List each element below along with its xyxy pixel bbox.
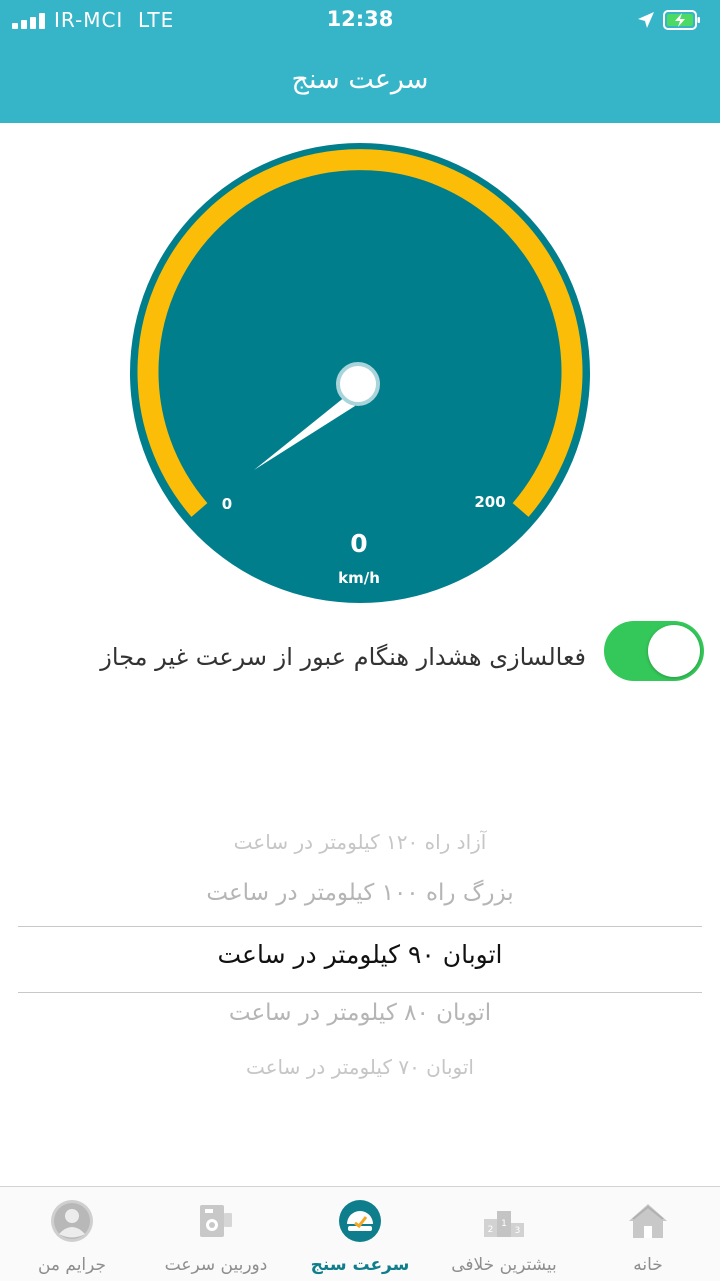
status-bar: IR-MCI LTE 12:38 bbox=[0, 0, 720, 40]
tab-label: جرایم من bbox=[37, 1255, 107, 1275]
home-icon bbox=[629, 1204, 667, 1238]
status-time: 12:38 bbox=[326, 7, 394, 31]
tab-bar: جرایم من دوربین سرعت سرعت سنج 2 1 3 بیشت… bbox=[0, 1186, 720, 1281]
picker-item-selected[interactable]: اتوبان ۹۰ کیلومتر در ساعت bbox=[0, 940, 720, 969]
avatar-icon bbox=[51, 1200, 93, 1242]
svg-text:1: 1 bbox=[501, 1219, 507, 1229]
speed-alert-label: فعالسازی هشدار هنگام عبور از سرعت غیر مج… bbox=[100, 643, 586, 671]
tab-label: سرعت سنج bbox=[310, 1255, 410, 1275]
speed-alert-toggle[interactable] bbox=[604, 621, 704, 681]
tab-my-fines[interactable]: جرایم من bbox=[0, 1187, 144, 1281]
app-header: IR-MCI LTE 12:38 سرعت سنج bbox=[0, 0, 720, 123]
tab-home[interactable]: خانه bbox=[576, 1187, 720, 1281]
tab-speed-camera[interactable]: دوربین سرعت bbox=[144, 1187, 288, 1281]
picker-item[interactable]: بزرگ راه ۱۰۰ کیلومتر در ساعت bbox=[0, 880, 720, 906]
gauge-min-label: 0 bbox=[222, 495, 232, 513]
picker-item[interactable]: اتوبان ۷۰ کیلومتر در ساعت bbox=[0, 1055, 720, 1079]
tab-speedometer[interactable]: سرعت سنج bbox=[288, 1187, 432, 1281]
battery-charging-icon bbox=[663, 10, 700, 30]
speed-value: 0 bbox=[350, 529, 367, 558]
speedometer-icon bbox=[339, 1200, 381, 1242]
tab-most-violations[interactable]: 2 1 3 بیشترین خلافی bbox=[432, 1187, 576, 1281]
toggle-knob bbox=[648, 625, 700, 677]
picker-selection-bottom-divider bbox=[18, 992, 702, 993]
tab-label: خانه bbox=[633, 1255, 663, 1275]
location-arrow-icon bbox=[638, 12, 654, 28]
picker-item[interactable]: آزاد راه ۱۲۰ کیلومتر در ساعت bbox=[0, 830, 720, 854]
podium-icon: 2 1 3 bbox=[484, 1211, 524, 1237]
picker-item[interactable]: اتوبان ۸۰ کیلومتر در ساعت bbox=[0, 1000, 720, 1026]
gauge-needle-hub bbox=[336, 362, 380, 406]
camera-icon bbox=[200, 1205, 232, 1237]
tab-label: دوربین سرعت bbox=[164, 1255, 268, 1275]
svg-text:2: 2 bbox=[488, 1225, 494, 1235]
tab-label: بیشترین خلافی bbox=[451, 1255, 557, 1275]
page-title: سرعت سنج bbox=[291, 64, 429, 95]
gauge-max-label: 200 bbox=[474, 493, 505, 511]
svg-text:3: 3 bbox=[515, 1226, 521, 1236]
speedometer-gauge: 0 200 0 km/h bbox=[130, 143, 590, 603]
picker-selection-top-divider bbox=[18, 926, 702, 927]
speed-unit: km/h bbox=[338, 569, 380, 587]
